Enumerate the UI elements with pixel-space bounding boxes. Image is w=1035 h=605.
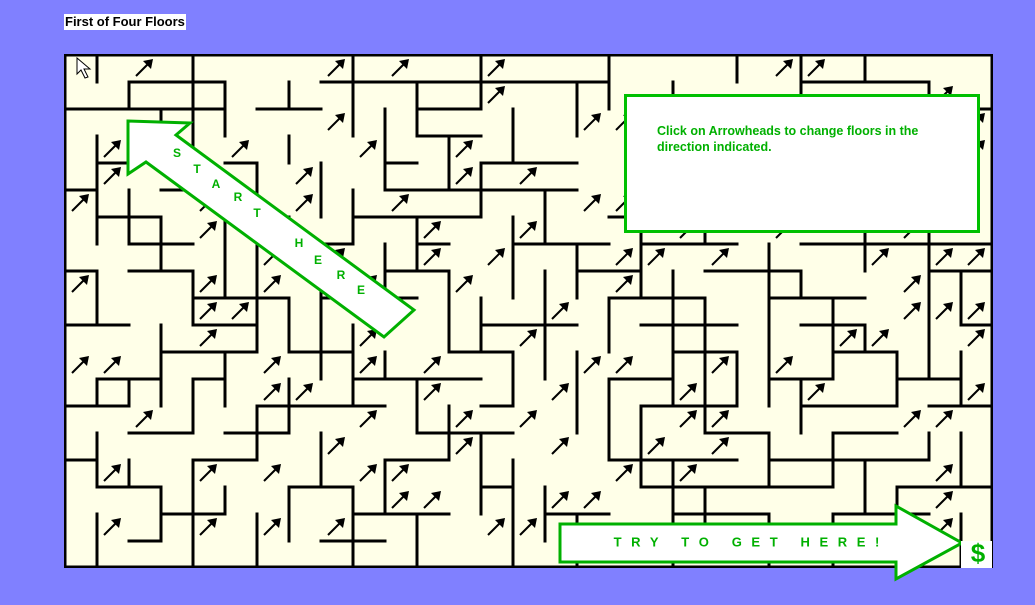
mouse-pointer-icon — [76, 57, 92, 79]
dollar-sign-icon: $ — [970, 538, 986, 568]
instructions-panel: Click on Arrowheads to change floors in … — [624, 94, 980, 233]
instructions-text: Click on Arrowheads to change floors in … — [657, 124, 919, 154]
page-title: First of Four Floors — [64, 14, 186, 30]
